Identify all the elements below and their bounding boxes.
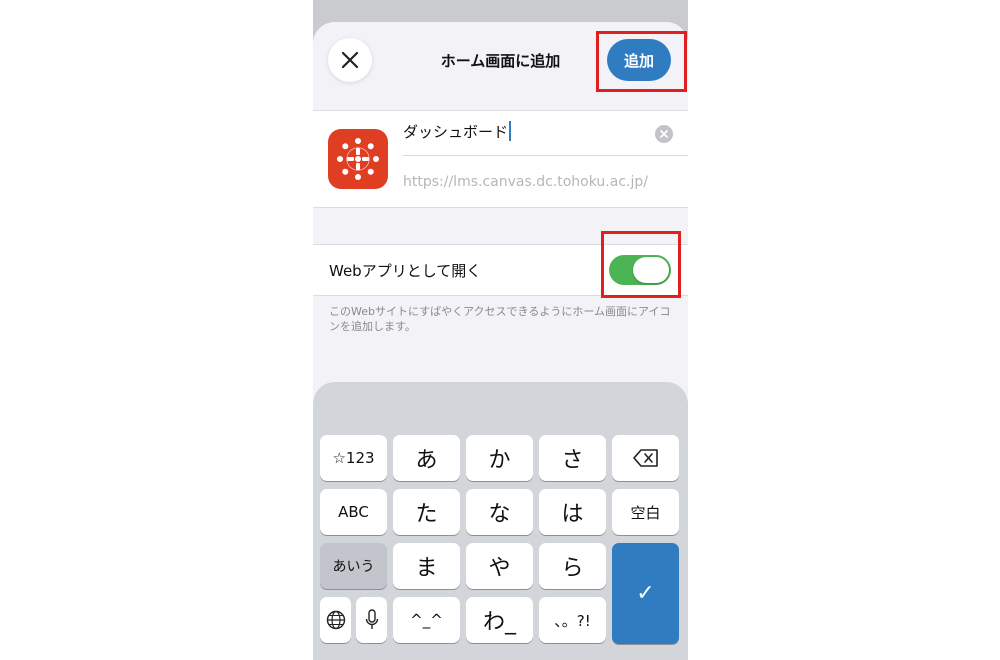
canvas-logo-icon: [328, 129, 388, 189]
key-ha[interactable]: は: [539, 489, 606, 535]
phone-screen: ホーム画面に追加 追加 ダッシュボード https://lms.canvas.d…: [313, 0, 688, 660]
text-cursor: [509, 121, 512, 141]
backspace-key[interactable]: [612, 435, 679, 481]
key-ta[interactable]: た: [393, 489, 460, 535]
globe-key[interactable]: [320, 597, 351, 643]
japanese-keyboard: ☆123 あ か さ ABC た な は 空白 あいう ま や ら ✓ ^_^ …: [313, 382, 688, 660]
clear-text-icon[interactable]: [655, 125, 673, 143]
key-abc[interactable]: ABC: [320, 489, 387, 535]
enter-key[interactable]: ✓: [612, 543, 679, 644]
key-wa[interactable]: わ_: [466, 597, 533, 643]
footnote-text: このWebサイトにすばやくアクセスできるようにホーム画面にアイコンを追加します。: [329, 305, 671, 333]
bookmark-name-input[interactable]: ダッシュボード: [403, 121, 673, 155]
field-divider: [403, 155, 688, 156]
key-ma[interactable]: ま: [393, 543, 460, 589]
web-app-toggle-label: Webアプリとして開く: [329, 262, 482, 280]
toggle-highlight: [601, 231, 681, 298]
key-ra[interactable]: ら: [539, 543, 606, 589]
bookmark-info-card: ダッシュボード https://lms.canvas.dc.tohoku.ac.…: [313, 110, 688, 208]
space-key[interactable]: 空白: [612, 489, 679, 535]
globe-icon: [326, 610, 345, 630]
key-ka[interactable]: か: [466, 435, 533, 481]
add-button-highlight: [596, 31, 687, 92]
key-kana-mode[interactable]: あいう: [320, 543, 387, 589]
bookmark-name-value: ダッシュボード: [403, 123, 509, 141]
key-punctuation[interactable]: 、。?!: [539, 597, 606, 643]
dictation-key[interactable]: [356, 597, 387, 643]
backspace-icon: [632, 449, 658, 467]
site-url: https://lms.canvas.dc.tohoku.ac.jp/: [403, 174, 648, 190]
key-na[interactable]: な: [466, 489, 533, 535]
key-symbols[interactable]: ☆123: [320, 435, 387, 481]
key-sa[interactable]: さ: [539, 435, 606, 481]
key-emoticon[interactable]: ^_^: [393, 597, 460, 643]
key-ya[interactable]: や: [466, 543, 533, 589]
add-to-home-sheet: ホーム画面に追加 追加 ダッシュボード https://lms.canvas.d…: [313, 22, 688, 660]
microphone-icon: [365, 609, 378, 629]
key-a[interactable]: あ: [393, 435, 460, 481]
